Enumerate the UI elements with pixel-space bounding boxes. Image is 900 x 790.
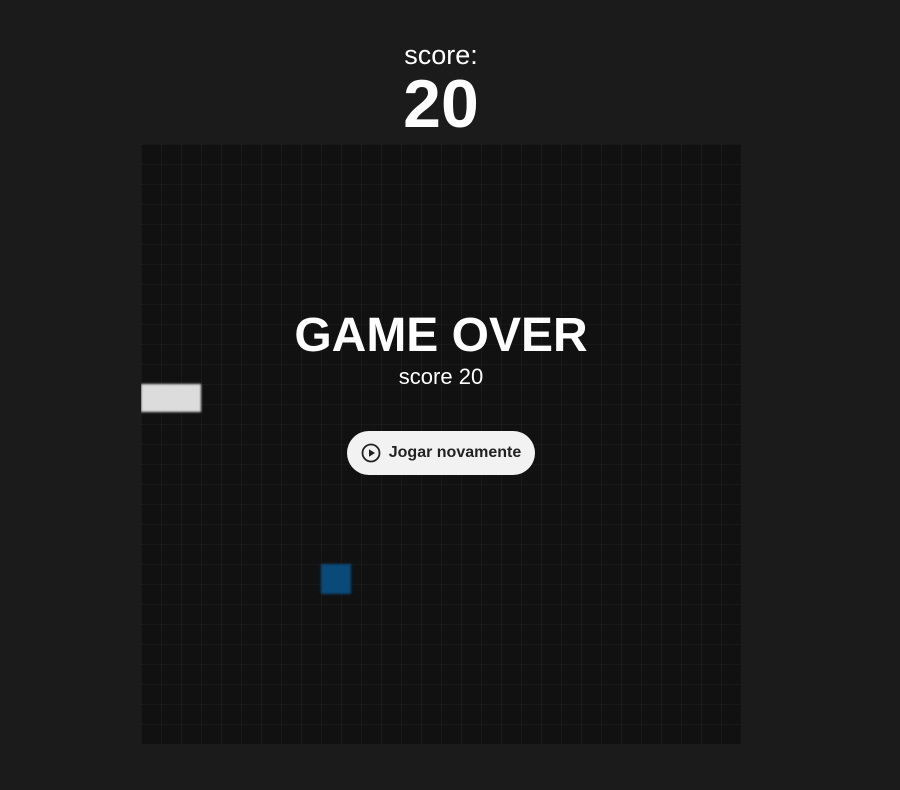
game-over-title: GAME OVER bbox=[294, 309, 588, 362]
play-again-button[interactable]: Jogar novamente bbox=[347, 431, 535, 475]
final-score: score 20 bbox=[398, 364, 484, 389]
score-value: 20 bbox=[403, 66, 479, 142]
play-circle-icon bbox=[361, 443, 381, 463]
score-display: score: 20 bbox=[0, 40, 882, 138]
play-again-label: Jogar novamente bbox=[388, 444, 522, 461]
game-over-overlay: GAME OVER score 20 Jogar novamente bbox=[141, 144, 741, 744]
game-page: score: 20 GAME OVER score 20 Jogar novam… bbox=[0, 0, 900, 790]
